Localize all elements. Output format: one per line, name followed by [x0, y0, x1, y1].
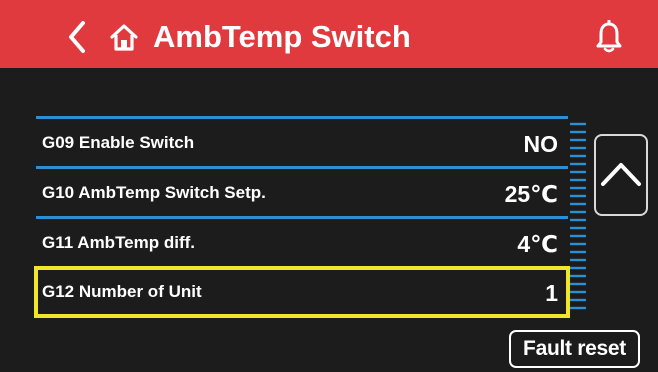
param-value: 25℃ [504, 181, 558, 207]
param-label: G11 AmbTemp diff. [42, 233, 196, 252]
chevron-up-icon [601, 163, 641, 186]
param-row-g12[interactable]: G12 Number of Unit 1 [34, 266, 570, 318]
scroll-up-button[interactable] [594, 134, 648, 216]
fault-reset-button[interactable]: Fault reset [509, 330, 640, 368]
chevron-left-icon [69, 21, 85, 53]
param-value: NO [523, 131, 559, 157]
bell-icon [596, 19, 622, 53]
page-title: AmbTemp Switch [153, 19, 411, 54]
param-row-g10[interactable]: G10 AmbTemp Switch Setp. 25℃ [36, 169, 568, 217]
home-icon [110, 24, 138, 51]
screen: AmbTemp Switch G09 Enable Switch NO G10 … [0, 0, 658, 372]
param-value: 4℃ [517, 231, 558, 257]
param-label: G12 Number of Unit [42, 282, 202, 301]
param-label: G09 Enable Switch [42, 133, 195, 152]
home-button[interactable] [109, 22, 139, 52]
back-button[interactable] [58, 17, 98, 57]
scroll-indicator[interactable] [570, 122, 586, 316]
param-label: G10 AmbTemp Switch Setp. [42, 183, 266, 202]
alarm-button[interactable] [594, 19, 624, 54]
param-row-g09[interactable]: G09 Enable Switch NO [36, 119, 568, 167]
param-value: 1 [545, 280, 558, 306]
param-row-g11[interactable]: G11 AmbTemp diff. 4℃ [36, 219, 568, 267]
header-bar: AmbTemp Switch [0, 0, 658, 68]
